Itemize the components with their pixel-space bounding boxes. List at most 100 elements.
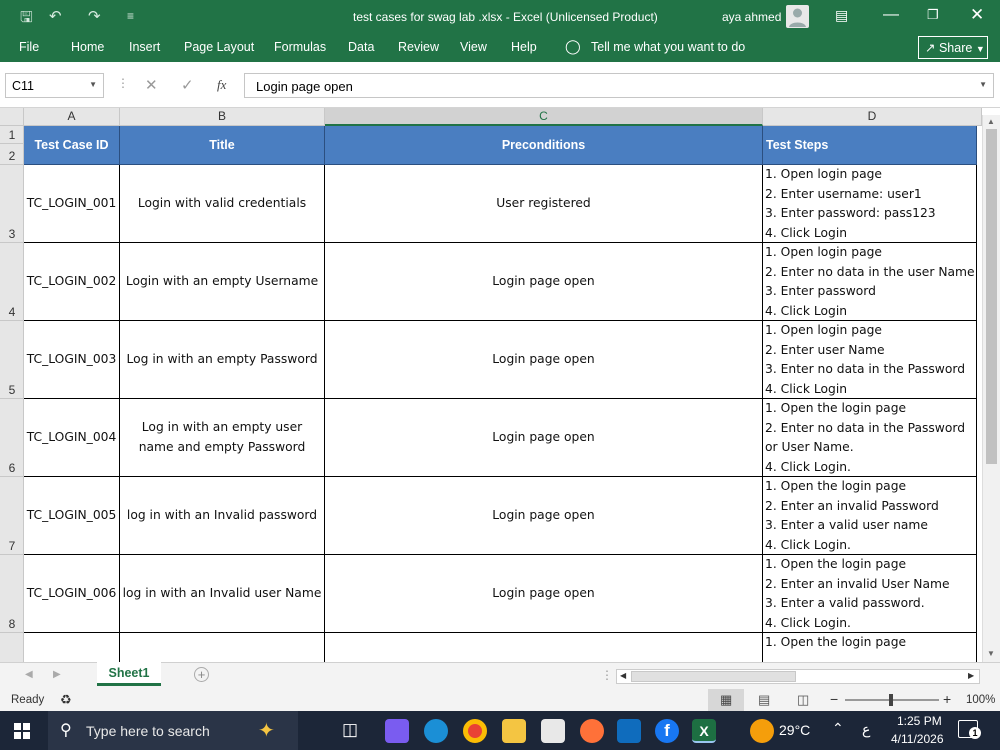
cancel-icon[interactable]: ✕ bbox=[145, 76, 158, 94]
column-header-c[interactable]: C bbox=[325, 108, 763, 126]
chrome-icon[interactable] bbox=[463, 719, 487, 743]
page-break-preview-icon[interactable]: ◫ bbox=[797, 692, 809, 708]
tab-view[interactable]: View bbox=[460, 40, 487, 54]
page-layout-icon[interactable]: ▤ bbox=[758, 692, 770, 708]
prev-sheet-icon[interactable]: ◀ bbox=[25, 669, 33, 680]
edge-icon[interactable] bbox=[424, 719, 448, 743]
zoom-in-icon[interactable]: + bbox=[943, 691, 951, 707]
cell-title[interactable]: Login with an empty Username bbox=[120, 243, 325, 321]
outlook-icon[interactable] bbox=[617, 719, 641, 743]
row-header-1[interactable]: 1 bbox=[0, 126, 24, 144]
cell-test-steps[interactable]: 1. Open the login page 2. Enter an inval… bbox=[763, 477, 977, 555]
task-view-icon[interactable]: ◫ bbox=[342, 720, 358, 740]
ribbon-display-options-icon[interactable]: ▤ bbox=[835, 7, 848, 24]
header-preconditions[interactable]: Preconditions bbox=[325, 126, 763, 165]
name-box[interactable]: C11 ▼ bbox=[5, 73, 104, 98]
cell-title[interactable]: log in with an Invalid user Name bbox=[120, 555, 325, 633]
header-test-case-id[interactable]: Test Case ID bbox=[24, 126, 120, 165]
cell-preconditions[interactable]: Login page open bbox=[325, 477, 763, 555]
tab-file[interactable]: File bbox=[19, 40, 39, 54]
tab-page-layout[interactable]: Page Layout bbox=[184, 40, 254, 54]
sheet-tab-sheet1[interactable]: Sheet1 bbox=[97, 662, 161, 686]
tab-insert[interactable]: Insert bbox=[129, 40, 160, 54]
cell-test-steps[interactable]: 1. Open the login page bbox=[763, 633, 977, 662]
save-icon[interactable]: 🖫 bbox=[20, 7, 33, 32]
horizontal-scrollbar[interactable]: ◀ ▶ bbox=[616, 669, 980, 684]
weather-temp[interactable]: 29°C bbox=[779, 722, 810, 738]
cell-test-steps[interactable]: 1. Open the login page 2. Enter no data … bbox=[763, 399, 977, 477]
zoom-slider-thumb[interactable] bbox=[889, 694, 893, 706]
clock-time[interactable]: 1:25 PM bbox=[897, 714, 942, 728]
row-header-7[interactable]: 7 bbox=[0, 477, 24, 555]
expand-formula-bar-icon[interactable]: ▼ bbox=[979, 80, 987, 89]
undo-icon[interactable]: ↶ bbox=[49, 7, 62, 25]
copilot-sparkle-icon[interactable]: ✦ bbox=[258, 718, 275, 743]
zoom-out-icon[interactable]: − bbox=[830, 691, 838, 707]
row-header-5[interactable]: 5 bbox=[0, 321, 24, 399]
add-sheet-icon[interactable]: + bbox=[194, 667, 209, 682]
cell-id[interactable]: TC_LOGIN_001 bbox=[24, 165, 120, 243]
row-header-2[interactable]: 2 bbox=[0, 144, 24, 165]
worksheet-grid[interactable]: A B C D 1 2 3 4 5 6 7 8 Test Case ID Tit… bbox=[0, 108, 1000, 662]
scrollbar-thumb[interactable] bbox=[631, 671, 796, 682]
cell-test-steps[interactable]: 1. Open the login page 2. Enter an inval… bbox=[763, 555, 977, 633]
next-sheet-icon[interactable]: ▶ bbox=[53, 669, 61, 680]
enter-icon[interactable]: ✓ bbox=[181, 76, 194, 94]
cell-preconditions[interactable]: Login page open bbox=[325, 321, 763, 399]
input-language[interactable]: ع bbox=[862, 721, 870, 738]
share-button[interactable]: ↗ Share ▼ bbox=[918, 36, 988, 59]
firefox-icon[interactable] bbox=[580, 719, 604, 743]
cell-test-steps[interactable]: 1. Open login page 2. Enter user Name 3.… bbox=[763, 321, 977, 399]
cell-preconditions[interactable]: User registered bbox=[325, 165, 763, 243]
row-header-6[interactable]: 6 bbox=[0, 399, 24, 477]
copilot-icon[interactable] bbox=[385, 719, 409, 743]
zoom-level[interactable]: 100% bbox=[966, 694, 995, 706]
scroll-down-icon[interactable]: ▼ bbox=[987, 649, 995, 658]
cell-title[interactable]: Log in with an empty Password bbox=[120, 321, 325, 399]
avatar[interactable] bbox=[786, 5, 809, 28]
file-explorer-icon[interactable] bbox=[502, 719, 526, 743]
tell-me-search[interactable]: Tell me what you want to do bbox=[591, 40, 745, 54]
cell-preconditions[interactable] bbox=[325, 633, 763, 662]
close-icon[interactable]: ✕ bbox=[970, 5, 984, 25]
tab-help[interactable]: Help bbox=[511, 40, 537, 54]
cell-preconditions[interactable]: Login page open bbox=[325, 399, 763, 477]
restore-icon[interactable]: ❐ bbox=[927, 7, 939, 23]
cell-title[interactable] bbox=[120, 633, 325, 662]
row-header-9[interactable] bbox=[0, 633, 24, 662]
scrollbar-thumb[interactable] bbox=[986, 129, 997, 464]
row-header-3[interactable]: 3 bbox=[0, 165, 24, 243]
cell-test-steps[interactable]: 1. Open login page 2. Enter username: us… bbox=[763, 165, 977, 243]
scroll-up-icon[interactable]: ▲ bbox=[987, 117, 995, 126]
notification-icon[interactable]: 1 bbox=[958, 720, 981, 739]
scroll-left-icon[interactable]: ◀ bbox=[620, 671, 626, 680]
column-header-a[interactable]: A bbox=[24, 108, 120, 126]
customize-quick-access-icon[interactable]: ≡ bbox=[127, 9, 134, 23]
minimize-icon[interactable]: — bbox=[883, 6, 899, 24]
row-header-4[interactable]: 4 bbox=[0, 243, 24, 321]
tab-formulas[interactable]: Formulas bbox=[274, 40, 326, 54]
insert-function-icon[interactable]: fx bbox=[217, 77, 226, 93]
header-title[interactable]: Title bbox=[120, 126, 325, 165]
cell-id[interactable]: TC_LOGIN_003 bbox=[24, 321, 120, 399]
taskbar-search[interactable]: ⚲ Type here to search ✦ bbox=[48, 711, 298, 750]
cell-preconditions[interactable]: Login page open bbox=[325, 555, 763, 633]
cell-id[interactable]: TC_LOGIN_004 bbox=[24, 399, 120, 477]
windows-start-icon[interactable] bbox=[14, 723, 30, 739]
vertical-scrollbar[interactable]: ▲ ▼ bbox=[982, 115, 1000, 662]
scroll-right-icon[interactable]: ▶ bbox=[968, 671, 974, 680]
cell-preconditions[interactable]: Login page open bbox=[325, 243, 763, 321]
cell-title[interactable]: Login with valid credentials bbox=[120, 165, 325, 243]
redo-icon[interactable]: ↷ bbox=[88, 7, 101, 25]
store-icon[interactable] bbox=[541, 719, 565, 743]
column-header-b[interactable]: B bbox=[120, 108, 325, 126]
normal-view-button[interactable]: ▦ bbox=[708, 689, 744, 711]
chevron-down-icon[interactable]: ▼ bbox=[89, 80, 97, 89]
tab-data[interactable]: Data bbox=[348, 40, 374, 54]
cell-title[interactable]: log in with an Invalid password bbox=[120, 477, 325, 555]
user-name[interactable]: aya ahmed bbox=[722, 10, 781, 24]
facebook-icon[interactable]: f bbox=[655, 719, 679, 743]
chevron-up-icon[interactable]: ⌃ bbox=[832, 720, 844, 737]
clock-date[interactable]: 4/11/2026 bbox=[891, 732, 944, 746]
cell-id[interactable] bbox=[24, 633, 120, 662]
